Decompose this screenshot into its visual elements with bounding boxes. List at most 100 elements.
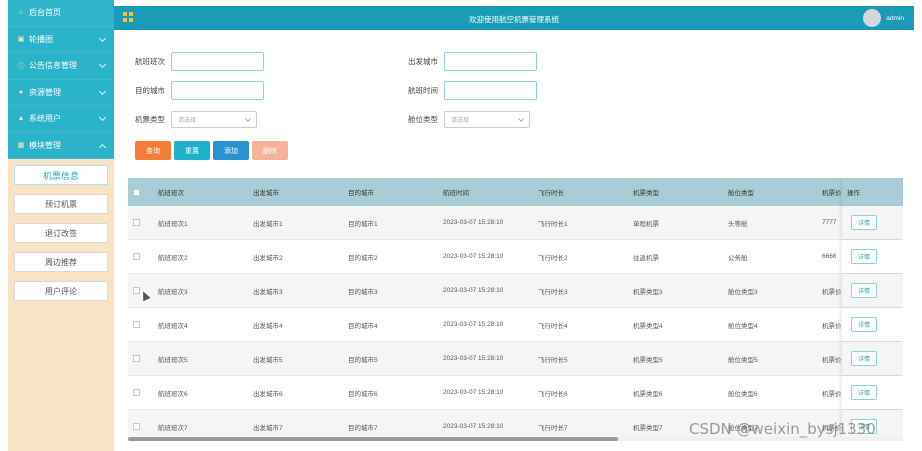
detail-button[interactable]: 详情 [851, 385, 877, 400]
cell-flight-no: 航班班次5 [158, 356, 188, 364]
cell-duration: 飞行时长6 [538, 390, 568, 398]
col-header-price: 机票价 [822, 190, 842, 197]
chevron-up-icon [98, 143, 107, 151]
sidebar-item-notice[interactable]: ⓘ 公告信息管理 [8, 53, 114, 80]
ticket-type-select[interactable]: 请选择 [171, 111, 257, 128]
home-icon: ⌂ [18, 9, 24, 17]
table-row: 航班班次6 出发城市6 目的城市6 2023-03-07 15:28:10 飞行… [128, 376, 903, 410]
cell-cabin-type: 公务舱 [728, 254, 748, 262]
cell-duration: 飞行时长4 [538, 322, 568, 330]
detail-button[interactable]: 详情 [851, 249, 877, 264]
row-checkbox[interactable] [133, 355, 140, 362]
scrollbar-thumb[interactable] [128, 437, 618, 441]
op-column: 详情 [842, 308, 903, 341]
op-column-header: 操作 [842, 178, 903, 206]
cell-price: 机票价 [822, 390, 842, 398]
cell-flight-no: 航班班次4 [158, 322, 188, 330]
col-header-dest-city: 目的城市 [348, 190, 374, 197]
username[interactable]: admin [886, 15, 904, 22]
dest-city-input[interactable] [171, 81, 264, 100]
row-checkbox[interactable] [133, 389, 140, 396]
sidebar-item-resource[interactable]: ● 资源管理 [8, 80, 114, 106]
detail-button[interactable]: 详情 [851, 351, 877, 366]
sidebar-item-label: 轮播图 [29, 34, 53, 44]
info-icon: ⓘ [17, 62, 25, 70]
cell-duration: 飞行时长3 [538, 288, 568, 296]
cell-dep-city: 出发城市4 [253, 322, 283, 330]
table-row: 航班班次1 出发城市1 目的城市1 2023-03-07 15:28:10 飞行… [128, 206, 903, 240]
dep-city-row: 出发城市 [408, 52, 537, 71]
cell-duration: 飞行时长1 [538, 220, 568, 228]
col-header-action: 操作 [847, 190, 860, 197]
op-column: 详情 [842, 206, 903, 239]
flight-time-row: 航班时间 [408, 81, 537, 100]
cell-ticket-type: 机票类型3 [633, 288, 663, 296]
submenu-item-book-ticket[interactable]: 预订机票 [14, 194, 108, 214]
query-button[interactable]: 查询 [135, 141, 171, 160]
col-header-duration: 飞行时长 [538, 190, 564, 197]
sidebar-item-label: 后台首页 [29, 8, 61, 18]
cell-flight-no: 航班班次3 [158, 288, 188, 296]
row-checkbox[interactable] [133, 219, 140, 226]
picture-icon: ▣ [17, 36, 25, 44]
col-header-cabin-type: 舱位类型 [728, 190, 754, 197]
submenu-item-nearby[interactable]: 周边推荐 [14, 252, 108, 272]
flight-time-input[interactable] [444, 81, 537, 100]
table-row: 航班班次3 出发城市3 目的城市3 2023-03-07 15:28:10 飞行… [128, 274, 903, 308]
op-column: 详情 [842, 240, 903, 273]
op-column: 详情 [842, 376, 903, 409]
cell-dest-city: 目的城市1 [348, 220, 378, 228]
detail-button[interactable]: 详情 [851, 283, 877, 298]
delete-button[interactable]: 删除 [252, 141, 288, 160]
module-submenu: 机票信息 预订机票 退订改签 周边推荐 用户评论 [8, 159, 114, 316]
detail-button[interactable]: 详情 [851, 215, 877, 230]
cell-dest-city: 目的城市2 [348, 254, 378, 262]
dep-city-input[interactable] [444, 52, 537, 71]
cell-cabin-type: 头等舱 [728, 220, 748, 228]
app-root: ⌂ 后台首页 ▣ 轮播图 ⓘ 公告信息管理 ● 资源管理 ▲ 系统用户 ▦ 模块… [0, 0, 922, 451]
cell-price: 7777 [822, 219, 837, 226]
row-checkbox[interactable] [133, 253, 140, 260]
top-header: 欢迎使用航空机票管理系统 admin [114, 6, 914, 30]
cabin-type-select[interactable]: 请选择 [444, 111, 530, 128]
reset-button[interactable]: 重置 [174, 141, 210, 160]
sidebar-item-carousel[interactable]: ▣ 轮播图 [8, 27, 114, 53]
cell-dep-city: 出发城市5 [253, 356, 283, 364]
cell-flight-time: 2023-03-07 15:28:10 [443, 253, 504, 260]
cell-flight-time: 2023-03-07 15:28:10 [443, 355, 504, 362]
submenu-item-ticket-info[interactable]: 机票信息 [14, 165, 108, 185]
select-placeholder: 请选择 [451, 118, 470, 124]
cell-price: 机票价 [822, 322, 842, 330]
detail-button[interactable]: 详情 [851, 317, 877, 332]
submenu-item-comments[interactable]: 用户评论 [14, 281, 108, 301]
sidebar-item-modules[interactable]: ▦ 模块管理 [8, 133, 114, 159]
row-checkbox[interactable] [133, 321, 140, 328]
dest-city-row: 目的城市 [135, 81, 264, 100]
add-button[interactable]: 添加 [213, 141, 249, 160]
flight-no-input[interactable] [171, 52, 264, 71]
cell-ticket-type: 机票类型6 [633, 390, 663, 398]
cabin-type-row: 舱位类型 请选择 [408, 111, 530, 128]
module-icon: ▦ [17, 142, 25, 150]
cell-duration: 飞行时长2 [538, 254, 568, 262]
col-header-dep-city: 出发城市 [253, 190, 279, 197]
col-header-ticket-type: 机票类型 [633, 190, 659, 197]
flight-time-label: 航班时间 [408, 86, 438, 95]
select-all-checkbox[interactable] [133, 189, 140, 196]
submenu-item-refund-change[interactable]: 退订改签 [14, 223, 108, 243]
avatar[interactable] [863, 9, 881, 27]
cell-flight-time: 2023-03-07 15:28:10 [443, 321, 504, 328]
row-checkbox[interactable] [133, 423, 140, 430]
cell-flight-no: 航班班次1 [158, 220, 188, 228]
cell-dest-city: 目的城市5 [348, 356, 378, 364]
cell-dep-city: 出发城市3 [253, 288, 283, 296]
sidebar-item-users[interactable]: ▲ 系统用户 [8, 106, 114, 133]
sidebar-item-home[interactable]: ⌂ 后台首页 [8, 0, 114, 27]
cell-cabin-type: 舱位类型4 [728, 322, 758, 330]
chevron-down-icon [518, 116, 524, 122]
sidebar-item-label: 资源管理 [29, 87, 61, 97]
cell-flight-no: 航班班次2 [158, 254, 188, 262]
header-title: 欢迎使用航空机票管理系统 [469, 15, 559, 24]
ticket-type-row: 机票类型 请选择 [135, 111, 257, 128]
cell-flight-time: 2023-03-07 15:28:10 [443, 219, 504, 226]
